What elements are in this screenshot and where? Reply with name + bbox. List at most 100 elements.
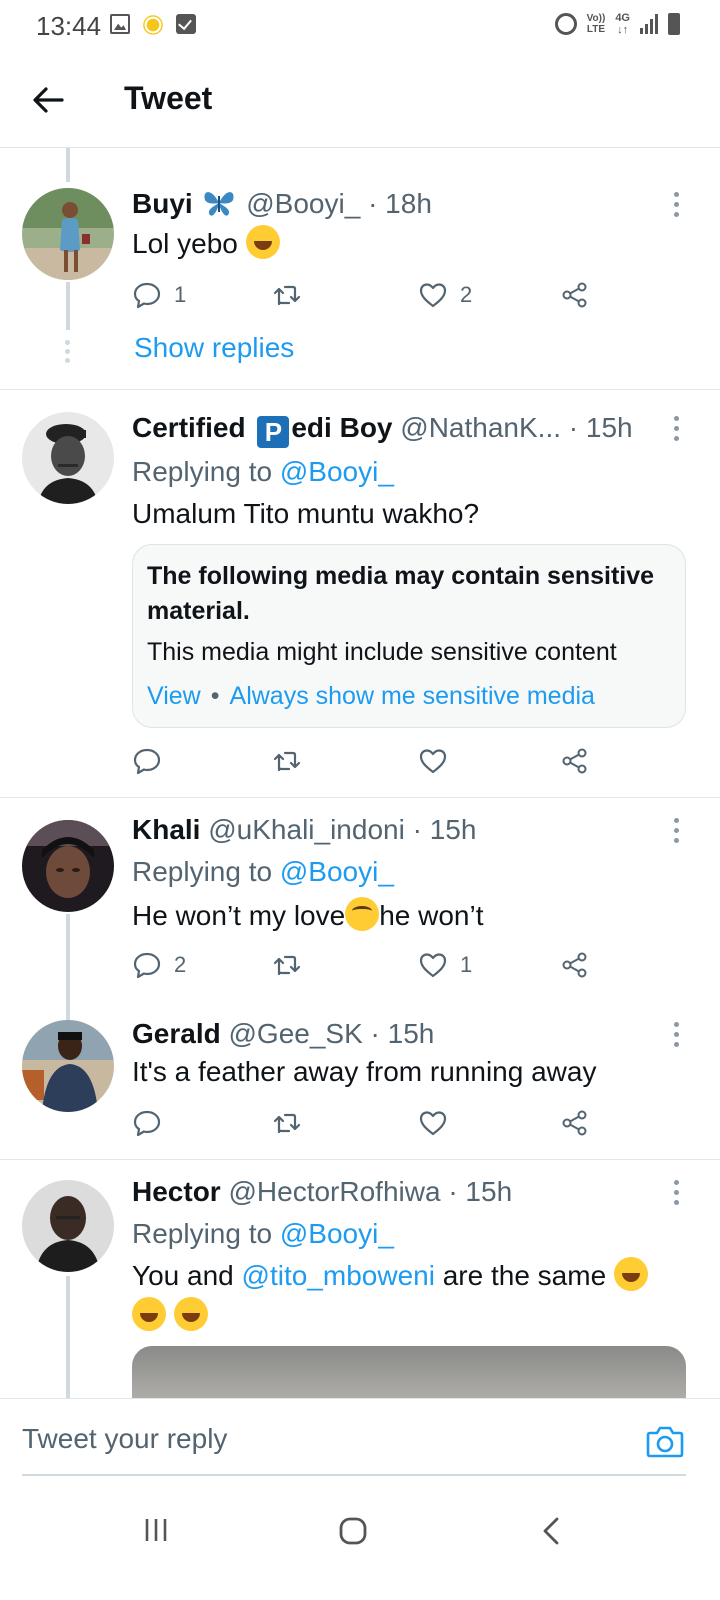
tweet-content: Buyi @Booyi_ · 18h Lol yebo	[132, 186, 690, 264]
tweet-actions	[132, 746, 602, 780]
retweet-button[interactable]	[272, 280, 302, 310]
more-options-icon[interactable]	[674, 1180, 680, 1206]
rolling-laughing-emoji-icon	[132, 1297, 166, 1331]
always-show-sensitive-link[interactable]: Always show me sensitive media	[230, 682, 595, 710]
tweet-text-part1: You and	[132, 1260, 234, 1291]
retweet-icon	[273, 285, 301, 306]
reply-icon	[133, 952, 161, 979]
home-icon[interactable]	[338, 1516, 368, 1546]
signal-icon	[640, 14, 658, 34]
like-button[interactable]: 1	[418, 950, 472, 980]
replying-to: Replying to @Booyi_	[132, 454, 690, 490]
tweet-actions: 1 2	[132, 280, 602, 314]
tweet-text-part1: He won’t my love	[132, 900, 346, 931]
heart-icon	[419, 749, 447, 774]
tweet-actions	[132, 1108, 602, 1142]
author-handle[interactable]: @Booyi_	[246, 188, 360, 219]
tears-of-joy-emoji-icon	[173, 1297, 208, 1331]
tweet-gerald[interactable]: Gerald @Gee_SK · 15h It's a feather away…	[0, 1002, 720, 1160]
sensitive-links: View • Always show me sensitive media	[147, 679, 671, 713]
avatar[interactable]	[22, 1020, 114, 1112]
replying-prefix: Replying to	[132, 856, 273, 887]
more-options-icon[interactable]	[674, 1022, 680, 1048]
retweet-button[interactable]	[272, 746, 302, 776]
reply-button[interactable]	[132, 1108, 162, 1138]
tweet-text: It's a feather away from running away	[132, 1056, 597, 1087]
network-type-indicator: 4G ↓↑	[615, 12, 630, 36]
retweet-icon	[273, 1113, 301, 1134]
tweet-content: Hector @HectorRofhiwa · 15h Replying to …	[132, 1174, 690, 1336]
recent-apps-icon[interactable]	[142, 1516, 170, 1544]
reply-button[interactable]	[132, 746, 162, 776]
network-line1: 4G	[615, 12, 630, 24]
share-button[interactable]	[560, 950, 590, 980]
tweet-khali[interactable]: Khali @uKhali_indoni · 15h Replying to @…	[0, 798, 720, 1024]
share-icon	[562, 282, 587, 308]
author-name[interactable]: Gerald	[132, 1018, 221, 1049]
like-button[interactable]	[418, 1108, 448, 1138]
avatar[interactable]	[22, 1180, 114, 1272]
replying-handle-link[interactable]: @Booyi_	[280, 856, 394, 887]
reply-button[interactable]: 2	[132, 950, 186, 980]
tweet-header: Buyi @Booyi_ · 18h	[132, 186, 690, 222]
back-arrow-icon[interactable]	[30, 82, 66, 118]
share-icon	[562, 748, 587, 774]
replying-handle-link[interactable]: @Booyi_	[280, 1218, 394, 1249]
author-name[interactable]: Khali	[132, 814, 200, 845]
tweet-media-image[interactable]	[132, 1346, 686, 1398]
thread-line	[66, 1276, 70, 1398]
retweet-button[interactable]	[272, 950, 302, 980]
reply-input-underline	[22, 1474, 686, 1476]
heart-icon	[419, 1111, 447, 1136]
thread-line	[66, 282, 70, 330]
tweet-hector[interactable]: Hector @HectorRofhiwa · 15h Replying to …	[0, 1160, 720, 1398]
tweet-time: · 15h	[568, 412, 633, 443]
replying-prefix: Replying to	[132, 1218, 273, 1249]
share-button[interactable]	[560, 280, 590, 310]
app-header: Tweet	[0, 52, 720, 148]
camera-icon[interactable]	[646, 1423, 684, 1459]
replying-handle-link[interactable]: @Booyi_	[280, 456, 394, 487]
tweet-reply-input[interactable]: Tweet your reply	[22, 1423, 227, 1455]
like-button[interactable]: 2	[418, 280, 472, 310]
tweet-time: · 18h	[368, 188, 432, 219]
like-count: 2	[460, 282, 473, 307]
sensitive-subtitle: This media might include sensitive conte…	[147, 638, 617, 666]
tweet-buyi[interactable]: Buyi @Booyi_ · 18h Lol yebo 1 2 Show rep…	[0, 148, 720, 390]
author-handle[interactable]: @NathanK...	[400, 412, 561, 443]
replying-to: Replying to @Booyi_	[132, 1216, 690, 1252]
avatar[interactable]	[22, 820, 114, 912]
reply-count: 1	[174, 282, 187, 307]
author-name[interactable]: Hector	[132, 1176, 221, 1207]
author-handle[interactable]: @Gee_SK	[228, 1018, 362, 1049]
author-handle[interactable]: @uKhali_indoni	[208, 814, 405, 845]
p-button-emoji: P	[257, 416, 290, 448]
mention-link[interactable]: @tito_mboweni	[242, 1260, 435, 1291]
sensitive-title: The following media may contain sensitiv…	[147, 562, 655, 625]
volte-indicator: Vo)) LTE	[587, 13, 606, 35]
avatar[interactable]	[22, 412, 114, 504]
author-name[interactable]: Buyi	[132, 188, 193, 219]
tweet-header: Gerald @Gee_SK · 15h	[132, 1016, 690, 1052]
like-button[interactable]	[418, 746, 448, 776]
back-nav-icon[interactable]	[540, 1516, 562, 1546]
tweet-actions: 2 1	[132, 950, 602, 984]
view-media-link[interactable]: View	[147, 682, 201, 710]
tweet-certified-pedi-boy[interactable]: Certified Pedi Boy @NathanK... · 15h Rep…	[0, 390, 720, 798]
show-replies-link[interactable]: Show replies	[134, 332, 294, 364]
status-indicators: Vo)) LTE 4G ↓↑	[554, 12, 680, 36]
share-button[interactable]	[560, 746, 590, 776]
author-name[interactable]: Certified Pedi Boy	[132, 412, 393, 448]
more-options-icon[interactable]	[674, 818, 680, 844]
eye-roll-emoji-icon	[345, 897, 380, 931]
reply-button[interactable]: 1	[132, 280, 186, 310]
more-options-icon[interactable]	[674, 192, 680, 218]
tweet-content: Khali @uKhali_indoni · 15h Replying to @…	[132, 812, 690, 936]
author-handle[interactable]: @HectorRofhiwa	[228, 1176, 440, 1207]
tweet-time: · 15h	[370, 1018, 435, 1049]
avatar[interactable]	[22, 188, 114, 280]
heart-icon	[419, 283, 447, 308]
share-button[interactable]	[560, 1108, 590, 1138]
retweet-button[interactable]	[272, 1108, 302, 1138]
more-options-icon[interactable]	[674, 416, 680, 442]
